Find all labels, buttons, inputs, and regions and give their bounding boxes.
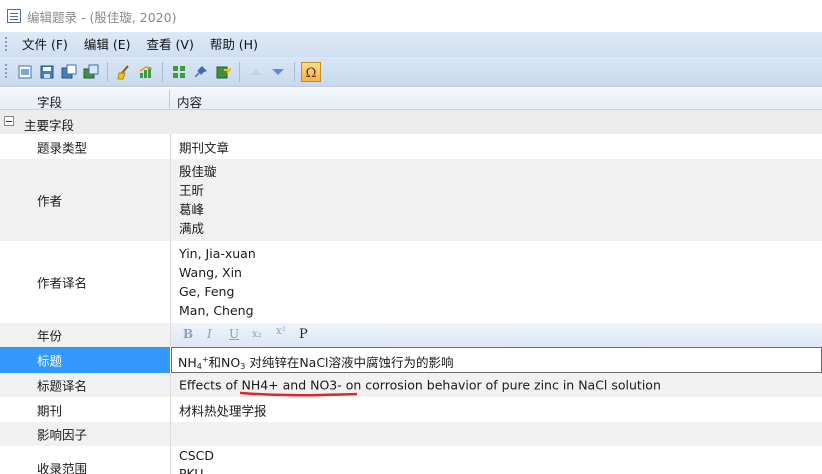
group-row-main: 主要字段 — [0, 110, 822, 134]
format-toolbar: B I U x₂ x² P — [171, 323, 822, 347]
row-journal[interactable]: 期刊 材料热处理学报 — [0, 397, 822, 422]
author-item: 王昕 — [179, 183, 205, 198]
field-value-cell[interactable]: 殷佳璇 王昕 葛峰 满成 — [170, 159, 822, 241]
title-bar: 编辑题录 - (殷佳璇, 2020) — [0, 0, 822, 32]
column-header-content[interactable]: 内容 — [177, 92, 202, 111]
field-value: 材料热处理学报 — [179, 403, 267, 418]
attach-icon[interactable] — [81, 62, 101, 82]
toolbar-grip-icon[interactable] — [4, 63, 8, 80]
grid-header: 字段 内容 — [0, 88, 822, 110]
author-translated-item: Wang, Xin — [179, 265, 242, 280]
row-indexed[interactable]: 收录范围 CSCD PKU — [0, 446, 822, 474]
field-label: 题录类型 — [37, 140, 88, 155]
superscript-button[interactable]: x² — [276, 326, 286, 337]
svg-text:Ω: Ω — [306, 66, 317, 80]
menu-bar: 文件 (F) 编辑 (E) 查看 (V) 帮助 (H) — [0, 32, 822, 57]
menu-help[interactable]: 帮助 (H) — [202, 32, 266, 57]
field-value-cell[interactable]: Yin, Jia-xuan Wang, Xin Ge, Feng Man, Ch… — [170, 241, 822, 323]
author-translated-list: Yin, Jia-xuan Wang, Xin Ge, Feng Man, Ch… — [179, 244, 256, 320]
row-year[interactable]: 年份 B I U x₂ x² P — [0, 323, 822, 347]
toolbar-separator — [162, 61, 163, 82]
field-label-cell: 作者 — [0, 159, 170, 241]
special-char-button[interactable]: P — [299, 327, 308, 342]
menu-edit[interactable]: 编辑 (E) — [76, 32, 139, 57]
save-icon[interactable] — [37, 62, 57, 82]
toolbar-separator — [239, 61, 240, 82]
field-label: 年份 — [37, 328, 63, 344]
app-list-icon — [7, 9, 21, 23]
menubar-grip-icon[interactable] — [4, 36, 8, 53]
author-list: 殷佳璇 王昕 葛峰 满成 — [179, 162, 217, 238]
toolbar-separator — [294, 61, 295, 82]
chart-icon[interactable] — [136, 62, 156, 82]
field-value-cell[interactable]: 材料热处理学报 — [170, 397, 822, 422]
grid-icon[interactable] — [169, 62, 189, 82]
field-label: 收录范围 — [37, 461, 88, 474]
author-translated-item: Ge, Feng — [179, 284, 235, 299]
field-value-cell[interactable]: CSCD PKU — [170, 446, 822, 474]
broom-icon[interactable] — [114, 62, 134, 82]
field-label: 标题 — [37, 353, 63, 369]
row-title[interactable]: 标题 NH4+和NO3 对纯锌在NaCl溶液中腐蚀行为的影响 — [0, 347, 822, 373]
row-record-type[interactable]: 题录类型 期刊文章 — [0, 134, 822, 159]
field-value-cell[interactable]: NH4+和NO3 对纯锌在NaCl溶液中腐蚀行为的影响 — [170, 347, 822, 373]
author-item: 满成 — [179, 221, 205, 236]
title-edit-box[interactable]: NH4+和NO3 对纯锌在NaCl溶液中腐蚀行为的影响 — [171, 347, 822, 373]
toolbar-separator — [107, 61, 108, 82]
row-title-translated[interactable]: 标题译名 Effects of NH4+ and NO3- on corrosi… — [0, 373, 822, 397]
field-label-cell: 影响因子 — [0, 422, 170, 446]
bold-button[interactable]: B — [183, 327, 193, 341]
author-translated-item: Man, Cheng — [179, 303, 254, 318]
indexed-list: CSCD PKU — [179, 447, 214, 474]
new-record-icon[interactable] — [15, 62, 35, 82]
field-label: 影响因子 — [37, 427, 88, 443]
field-label: 标题译名 — [37, 378, 88, 394]
row-authors[interactable]: 作者 殷佳璇 王昕 葛峰 满成 — [0, 159, 822, 241]
author-translated-item: Yin, Jia-xuan — [179, 246, 256, 261]
italic-button[interactable]: I — [207, 327, 212, 341]
format-toolbar-cell: B I U x₂ x² P — [170, 323, 822, 347]
indexed-item: PKU — [179, 466, 204, 474]
collapse-minus-icon[interactable] — [4, 116, 14, 126]
save-as-icon[interactable] — [59, 62, 79, 82]
field-label-cell: 作者译名 — [0, 241, 170, 323]
author-item: 殷佳璇 — [179, 164, 217, 179]
field-value: 期刊文章 — [179, 140, 230, 155]
column-resize-handle[interactable] — [169, 90, 170, 108]
subscript-button[interactable]: x₂ — [252, 329, 262, 340]
field-label: 作者 — [37, 193, 63, 209]
field-label-cell: 标题译名 — [0, 373, 170, 397]
red-underline-annotation — [240, 391, 357, 397]
menu-view[interactable]: 查看 (V) — [139, 32, 202, 57]
omega-icon[interactable]: Ω — [301, 61, 321, 82]
field-label: 作者译名 — [37, 275, 88, 291]
toolbar: Ω — [0, 57, 822, 87]
field-label-cell: 年份 — [0, 323, 170, 347]
field-label-cell: 题录类型 — [0, 134, 170, 159]
row-authors-translated[interactable]: 作者译名 Yin, Jia-xuan Wang, Xin Ge, Feng Ma… — [0, 241, 822, 323]
pin-icon[interactable] — [191, 62, 211, 82]
field-value-cell[interactable] — [170, 422, 822, 446]
indexed-item: CSCD — [179, 448, 215, 463]
menu-file[interactable]: 文件 (F) — [14, 32, 76, 57]
export-icon[interactable] — [213, 62, 233, 82]
field-label-cell: 收录范围 — [0, 446, 170, 474]
group-label: 主要字段 — [24, 118, 75, 133]
field-label: 期刊 — [37, 403, 63, 418]
field-label-cell-selected: 标题 — [0, 347, 170, 373]
down-icon[interactable] — [268, 62, 288, 82]
underline-button[interactable]: U — [229, 327, 239, 341]
field-value-cell[interactable]: 期刊文章 — [170, 134, 822, 159]
row-impact-factor[interactable]: 影响因子 — [0, 422, 822, 446]
author-item: 葛峰 — [179, 202, 205, 217]
title-edit-text: NH4+和NO3 对纯锌在NaCl溶液中腐蚀行为的影响 — [178, 355, 454, 371]
field-label-cell: 期刊 — [0, 397, 170, 422]
up-icon[interactable] — [246, 62, 266, 82]
window-title: 编辑题录 - (殷佳璇, 2020) — [27, 9, 177, 25]
column-header-field[interactable]: 字段 — [37, 92, 62, 111]
